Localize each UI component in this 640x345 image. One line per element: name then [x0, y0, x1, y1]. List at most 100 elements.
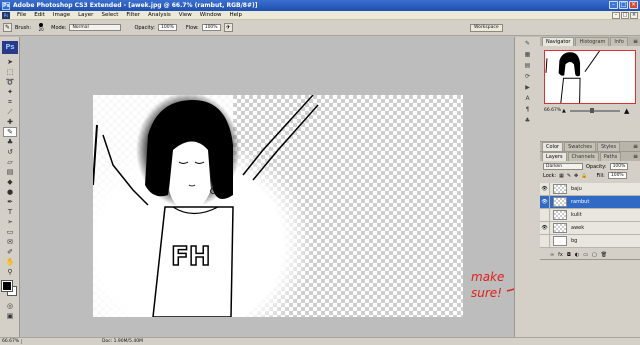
opacity-field[interactable]: 100%	[158, 24, 177, 31]
quick-mask-icon[interactable]: ◎	[3, 301, 17, 311]
eraser-tool-icon[interactable]: ▱	[3, 157, 17, 167]
menu-window[interactable]: Window	[196, 12, 226, 18]
notes-tool-icon[interactable]: ✉	[3, 237, 17, 247]
marquee-tool-icon[interactable]: ⬚	[3, 67, 17, 77]
delete-layer-icon[interactable]: 🗑	[601, 252, 607, 258]
tab-histogram[interactable]: Histogram	[575, 37, 610, 46]
layer-row-bg[interactable]: bg	[540, 234, 640, 248]
tab-info[interactable]: Info	[610, 37, 628, 46]
brush-tool-icon[interactable]: ✎	[3, 23, 12, 32]
layer-style-icon[interactable]: fx	[558, 252, 563, 258]
zoom-slider-handle[interactable]	[590, 108, 594, 113]
move-tool-icon[interactable]: ➤	[3, 57, 17, 67]
status-zoom[interactable]: 66.67%	[0, 339, 22, 344]
tab-color[interactable]: Color	[542, 142, 564, 151]
layer-row-baju[interactable]: 👁 baju	[540, 182, 640, 196]
menu-filter[interactable]: Filter	[122, 12, 144, 18]
airbrush-toggle-icon[interactable]: ✈	[223, 23, 233, 32]
doc-close-button[interactable]: ×	[630, 12, 638, 19]
color-swatches[interactable]	[1, 280, 18, 297]
fill-field[interactable]: 100%	[607, 172, 627, 179]
new-layer-icon[interactable]: ▢	[592, 252, 597, 258]
navigator-zoom-value[interactable]: 66.67%	[544, 108, 561, 113]
tab-layers[interactable]: Layers	[542, 152, 567, 161]
layer-mask-icon[interactable]: ◘	[567, 252, 571, 258]
brushes-panel-icon[interactable]: ✎	[523, 40, 533, 48]
clone-stamp-tool-icon[interactable]: ♣	[3, 137, 17, 147]
lock-all-icon[interactable]: 🔒	[581, 173, 587, 179]
menu-layer[interactable]: Layer	[74, 12, 97, 18]
clone-source-icon[interactable]: ♣	[523, 117, 533, 125]
layer-opacity-field[interactable]: 100%	[609, 163, 629, 170]
eye-icon[interactable]: 👁	[540, 195, 550, 209]
lasso-tool-icon[interactable]: ➰	[3, 77, 17, 87]
tab-swatches[interactable]: Swatches	[564, 142, 596, 151]
zoom-out-icon[interactable]: ▲	[562, 108, 566, 114]
character-panel-icon[interactable]: A	[523, 95, 533, 103]
path-selection-tool-icon[interactable]: ➣	[3, 217, 17, 227]
zoom-tool-icon[interactable]: ⚲	[3, 267, 17, 277]
panel-menu-icon[interactable]: ≡	[633, 143, 638, 150]
crop-tool-icon[interactable]: ⌗	[3, 97, 17, 107]
history-brush-tool-icon[interactable]: ↺	[3, 147, 17, 157]
dodge-tool-icon[interactable]: ●	[3, 187, 17, 197]
history-panel-icon[interactable]: ⟳	[523, 73, 533, 81]
zoom-in-icon[interactable]: ▲	[624, 107, 629, 115]
magic-wand-tool-icon[interactable]: ✦	[3, 87, 17, 97]
doc-minimize-button[interactable]: –	[612, 12, 620, 19]
adjustment-layer-icon[interactable]: ◐	[575, 252, 579, 258]
foreground-color-swatch[interactable]	[1, 280, 13, 292]
tab-navigator[interactable]: Navigator	[542, 37, 575, 46]
menu-edit[interactable]: Edit	[30, 12, 49, 18]
eye-icon[interactable]: 👁	[540, 221, 550, 235]
minimize-button[interactable]: –	[609, 1, 618, 9]
eye-icon[interactable]: 👁	[540, 182, 550, 196]
canvas-area[interactable]: FH make sure!	[21, 37, 531, 337]
paragraph-panel-icon[interactable]: ¶	[523, 106, 533, 114]
lock-position-icon[interactable]: ✥	[574, 173, 578, 179]
zoom-slider[interactable]	[570, 110, 620, 112]
menu-view[interactable]: View	[175, 12, 196, 18]
type-tool-icon[interactable]: T	[3, 207, 17, 217]
new-group-icon[interactable]: ▭	[583, 252, 588, 258]
menu-analysis[interactable]: Analysis	[144, 12, 175, 18]
slice-tool-icon[interactable]: ⟋	[3, 107, 17, 117]
flow-field[interactable]: 100%	[201, 24, 221, 31]
layer-row-rambut[interactable]: 👁 rambut	[540, 195, 640, 209]
close-button[interactable]: ×	[629, 1, 638, 9]
tab-paths[interactable]: Paths	[599, 152, 622, 161]
navigator-thumbnail[interactable]	[544, 50, 636, 104]
panel-menu-icon[interactable]: ≡	[633, 38, 638, 45]
doc-restore-button[interactable]: □	[621, 12, 629, 19]
menu-select[interactable]: Select	[97, 12, 122, 18]
tool-presets-icon[interactable]: ▦	[523, 51, 533, 59]
gradient-tool-icon[interactable]: ▤	[3, 167, 17, 177]
panel-menu-icon[interactable]: ≡	[633, 153, 638, 160]
brush-tool-icon-active[interactable]: ✎	[3, 127, 17, 137]
brush-picker[interactable]: 20	[34, 22, 48, 34]
status-doc-size[interactable]: Doc: 1.90M/5.40M	[102, 339, 143, 344]
layer-row-awek[interactable]: 👁 awek	[540, 221, 640, 235]
pen-tool-icon[interactable]: ✒	[3, 197, 17, 207]
blur-tool-icon[interactable]: ◆	[3, 177, 17, 187]
hand-tool-icon[interactable]: ✋	[3, 257, 17, 267]
tab-channels[interactable]: Channels	[567, 152, 599, 161]
lock-pixels-icon[interactable]: ✎	[567, 173, 571, 179]
blend-mode-select[interactable]: Darken	[543, 163, 583, 170]
document-canvas[interactable]: FH	[93, 95, 463, 317]
layer-row-kulit[interactable]: kulit	[540, 208, 640, 222]
eyedropper-tool-icon[interactable]: ✐	[3, 247, 17, 257]
document-icon[interactable]: Ps	[2, 11, 10, 19]
eye-hidden-slot[interactable]	[540, 208, 550, 222]
mode-select[interactable]: Normal	[69, 24, 122, 31]
maximize-button[interactable]: □	[619, 1, 628, 9]
eye-hidden-slot[interactable]	[540, 234, 550, 248]
menu-image[interactable]: Image	[49, 12, 74, 18]
link-layers-icon[interactable]: ∞	[550, 252, 554, 258]
menu-help[interactable]: Help	[225, 12, 246, 18]
healing-tool-icon[interactable]: ✚	[3, 117, 17, 127]
shape-tool-icon[interactable]: ▭	[3, 227, 17, 237]
menu-file[interactable]: File	[13, 12, 30, 18]
screen-mode-icon[interactable]: ▣	[3, 311, 17, 321]
actions-panel-icon[interactable]: ▶	[523, 84, 533, 92]
